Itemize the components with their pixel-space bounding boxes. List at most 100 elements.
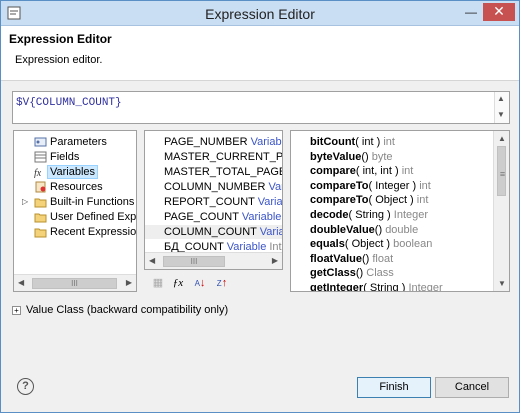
scroll-thumb-grip: III <box>190 257 198 266</box>
scroll-down-icon[interactable]: ▼ <box>497 110 505 119</box>
method-name: doubleValue <box>310 223 375 236</box>
minimize-button[interactable]: — <box>461 4 481 22</box>
finish-button[interactable]: Finish <box>357 377 431 398</box>
scroll-right-icon[interactable]: ▶ <box>126 278 132 287</box>
method-item[interactable]: compare( int, int ) int <box>291 164 491 178</box>
method-item[interactable]: bitCount( int ) int <box>291 135 491 149</box>
header-title: Expression Editor <box>9 32 112 46</box>
help-button[interactable]: ? <box>17 378 34 395</box>
value-class-section[interactable]: + Value Class (backward compatibility onl… <box>12 304 228 316</box>
method-args: () <box>374 223 383 236</box>
category-label: User Defined Express <box>50 211 137 223</box>
category-item[interactable]: ▷ Built-in Functions <box>14 195 136 209</box>
method-return-type: Integer <box>408 282 443 292</box>
variable-item[interactable]: PAGE_NUMBER Variable Inte <box>145 135 282 149</box>
variable-item[interactable]: PAGE_COUNT Variable Integ <box>145 210 282 224</box>
fields-icon <box>34 151 47 163</box>
method-return-type: int <box>416 194 429 207</box>
variable-item[interactable]: MASTER_TOTAL_PAGES Var <box>145 165 282 179</box>
scroll-thumb[interactable]: ≡ <box>497 146 506 196</box>
resources-icon <box>34 181 47 193</box>
method-args: ( int, int ) <box>355 165 399 178</box>
method-name: bitCount <box>310 136 356 148</box>
expression-input[interactable]: $V{COLUMN_COUNT} ▲ ▼ <box>12 91 510 124</box>
sort-ascending-icon[interactable]: A↓ <box>191 275 209 291</box>
scroll-thumb[interactable]: III <box>163 256 225 267</box>
method-item[interactable]: compareTo( Integer ) int <box>291 179 491 193</box>
scroll-thumb-grip: III <box>71 279 78 288</box>
method-args: ( Object ) <box>344 238 391 251</box>
method-return-type: double <box>385 223 419 236</box>
header-description: Expression editor. <box>15 54 103 66</box>
method-args: () <box>355 267 364 280</box>
scroll-left-icon[interactable]: ◀ <box>149 256 155 265</box>
method-item[interactable]: equals( Object ) boolean <box>291 237 491 251</box>
method-item[interactable]: decode( String ) Integer <box>291 208 491 222</box>
expand-icon[interactable]: + <box>12 305 21 315</box>
method-return-type: boolean <box>393 238 433 251</box>
dialog-header: Expression Editor Expression editor. <box>1 26 519 81</box>
scroll-right-icon[interactable]: ▶ <box>272 256 278 265</box>
variable-item[interactable]: MASTER_CURRENT_PAGE V <box>145 150 283 164</box>
variable-name: REPORT_COUNT <box>164 196 255 208</box>
category-label: Recent Expressions <box>50 226 137 238</box>
expression-editor-window: Expression Editor — ✕ Expression Editor … <box>0 0 520 413</box>
category-item[interactable]: Fields <box>14 150 136 164</box>
value-class-label: Value Class (backward compatibility only… <box>26 304 229 316</box>
sort-function-icon[interactable]: ƒx <box>169 275 187 291</box>
method-item[interactable]: byteValue() byte <box>291 150 491 164</box>
method-args: () <box>361 150 369 163</box>
expression-text: $V{COLUMN_COUNT} <box>16 97 122 109</box>
variable-item[interactable]: COLUMN_NUMBER Variable <box>145 180 282 194</box>
variable-kind: Variable <box>259 226 282 238</box>
scroll-up-icon[interactable]: ▲ <box>498 134 506 143</box>
expression-scrollbar[interactable]: ▲ ▼ <box>494 92 509 123</box>
method-item[interactable]: getInteger( String ) Integer <box>291 281 491 292</box>
method-name: decode <box>310 209 349 221</box>
category-label: Built-in Functions <box>50 196 135 208</box>
method-args: () <box>361 252 370 265</box>
parameters-icon <box>34 136 47 148</box>
scroll-thumb[interactable]: III <box>32 278 117 289</box>
variable-name: MASTER_CURRENT_PAGE <box>164 151 283 163</box>
method-name: compareTo <box>310 194 369 207</box>
method-name: compareTo <box>310 179 369 192</box>
variable-name: COLUMN_NUMBER <box>164 181 266 193</box>
category-item[interactable]: fx Variables <box>14 165 136 179</box>
close-button[interactable]: ✕ <box>483 3 515 21</box>
variable-kind: Variable <box>241 211 282 223</box>
scroll-down-icon[interactable]: ▼ <box>498 279 506 288</box>
method-name: floatValue <box>310 252 362 265</box>
method-item[interactable]: doubleValue() double <box>291 223 491 237</box>
scroll-up-icon[interactable]: ▲ <box>497 94 505 103</box>
category-label: Fields <box>50 151 80 163</box>
methods-list: bitCount( int ) int byteValue() byte compa… <box>290 130 510 292</box>
variable-name: PAGE_NUMBER <box>164 136 248 148</box>
cancel-button[interactable]: Cancel <box>435 377 509 398</box>
variables-hscrollbar[interactable]: ◀ III ▶ <box>145 252 282 269</box>
scroll-thumb-grip: ≡ <box>499 169 506 179</box>
category-item[interactable]: Parameters <box>14 135 136 149</box>
variable-item[interactable]: COLUMN_COUNT Variable <box>145 225 282 239</box>
method-item[interactable]: floatValue() float <box>291 252 491 266</box>
tree-expand-icon[interactable]: ▷ <box>22 195 28 209</box>
method-name: compare <box>310 165 356 178</box>
scroll-left-icon[interactable]: ◀ <box>18 278 24 287</box>
method-return-type: int <box>419 179 431 192</box>
category-item[interactable]: Recent Expressions <box>14 225 137 239</box>
variable-kind: Variable <box>257 196 283 208</box>
variable-item[interactable]: REPORT_COUNT Variable In <box>145 195 283 209</box>
method-return-type: int <box>401 165 414 178</box>
var-list-icon[interactable]: ▦ <box>149 275 167 291</box>
category-item[interactable]: Resources <box>14 180 136 194</box>
category-item[interactable]: User Defined Express <box>14 210 137 224</box>
sort-descending-icon[interactable]: Z↑ <box>213 275 231 291</box>
category-label: Parameters <box>50 136 107 148</box>
method-return-type: float <box>372 252 394 265</box>
category-hscrollbar[interactable]: ◀ III ▶ <box>14 274 136 291</box>
svg-text:fx: fx <box>34 168 42 178</box>
method-item[interactable]: getClass() Class <box>291 266 491 280</box>
method-item[interactable]: compareTo( Object ) int <box>291 193 491 207</box>
methods-vscrollbar[interactable]: ▲ ≡ ▼ <box>493 131 509 291</box>
method-args: ( int ) <box>355 136 381 148</box>
